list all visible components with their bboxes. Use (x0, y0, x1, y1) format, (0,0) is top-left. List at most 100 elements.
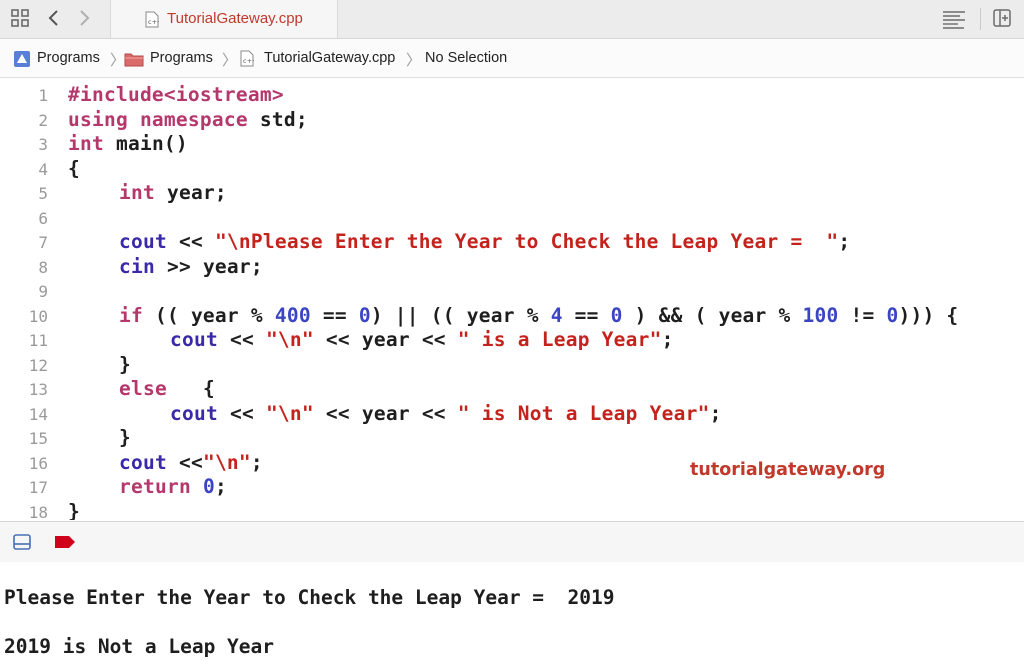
line-number: 5 (38, 184, 48, 203)
code-token: ) && ( year % (622, 303, 803, 327)
code-token: return (119, 475, 191, 498)
code-token: 0 (202, 475, 215, 498)
code-line: cout <<"\n"; (119, 451, 263, 474)
code-token: } (119, 352, 131, 376)
line-number: 1 (38, 86, 48, 105)
breadcrumb-separator: 〉 (222, 52, 238, 69)
code-token: cin (119, 254, 155, 278)
code-token: >> year; (154, 254, 263, 278)
breadcrumb-group[interactable]: Programs (150, 50, 213, 66)
code-line: } (119, 426, 131, 449)
code-line: if (( year % 400 == 0) || (( year % 4 ==… (119, 304, 958, 327)
code-line: } (68, 500, 80, 521)
tab-bar: c++ TutorialGateway.cpp (0, 0, 1024, 39)
cpp-file-icon: c++ (240, 50, 257, 67)
debug-bar (0, 521, 1024, 563)
code-token: } (119, 426, 131, 449)
code-token: ; (838, 230, 851, 253)
add-editor-icon[interactable] (992, 8, 1014, 30)
breadcrumb: Programs 〉 Programs 〉 c++ TutorialGatewa… (0, 39, 1024, 78)
code-token: "\n" (265, 401, 314, 425)
code-token: ))) { (898, 303, 959, 327)
code-token: == (310, 303, 359, 327)
code-token: << year << (313, 328, 458, 351)
code-line: cout << "\n" << year << " is Not a Leap … (170, 402, 722, 425)
breadcrumb-project[interactable]: Programs (37, 50, 100, 66)
code-editor[interactable]: 1 2 3 4 5 6 7 8 9 10 11 12 13 14 15 16 1… (0, 78, 1024, 520)
code-token: ) || (( year % (370, 303, 551, 327)
code-token: ; (214, 475, 227, 498)
code-token: << (166, 230, 215, 253)
code-line: int main() (68, 132, 188, 155)
line-number: 14 (28, 404, 48, 424)
code-token: 400 (274, 303, 311, 327)
code-token: cout (170, 401, 218, 425)
line-number: 18 (28, 502, 48, 521)
code-token: cout (119, 230, 167, 253)
code-token: { (68, 156, 80, 180)
tab-title: TutorialGateway.cpp (167, 10, 303, 27)
breadcrumb-selection[interactable]: No Selection (425, 50, 507, 66)
code-token: << (166, 450, 203, 474)
code-token: using namespace (68, 107, 248, 131)
code-line: else { (119, 377, 215, 400)
code-token: std; (247, 107, 308, 131)
code-token: "\nPlease Enter the Year to Check the Le… (214, 230, 839, 253)
panel-toggle-icon[interactable] (12, 532, 32, 557)
line-number: 16 (28, 453, 48, 473)
console-line: Please Enter the Year to Check the Leap … (4, 586, 615, 609)
code-token: << (217, 401, 266, 425)
lines-icon[interactable] (942, 9, 965, 31)
code-line: cout << "\n" << year << " is a Leap Year… (170, 328, 674, 351)
code-token: if (119, 303, 143, 327)
project-icon (13, 50, 31, 73)
breadcrumb-separator: 〉 (110, 52, 126, 69)
svg-text:c++: c++ (243, 57, 254, 65)
folder-icon (124, 51, 144, 72)
chevron-left-icon[interactable] (44, 8, 66, 30)
breakpoint-icon[interactable] (54, 535, 76, 554)
code-token: int (68, 132, 104, 155)
line-number: 2 (38, 110, 48, 130)
code-token: #include<iostream> (68, 83, 284, 106)
code-token: int (119, 181, 155, 204)
line-number: 6 (38, 208, 48, 228)
line-number: 12 (28, 355, 48, 375)
line-number: 4 (38, 159, 48, 179)
code-token: "\n" (202, 450, 251, 474)
code-token: " is Not a Leap Year" (457, 401, 710, 425)
watermark: tutorialgateway.org (690, 460, 886, 480)
code-token: << (217, 328, 266, 351)
line-number: 7 (38, 233, 48, 252)
code-line: return 0; (119, 475, 227, 498)
code-token: " is a Leap Year" (457, 328, 662, 351)
code-token: else (119, 377, 167, 400)
grid-icon[interactable] (10, 8, 32, 30)
console-line: 2019 is Not a Leap Year (4, 635, 275, 658)
tab-tutorialgateway-cpp[interactable]: c++ TutorialGateway.cpp (110, 0, 338, 38)
code-line: } (119, 353, 131, 376)
code-token: 100 (802, 303, 839, 327)
cpp-file-icon: c++ (145, 11, 162, 28)
code-token: } (68, 499, 80, 521)
console-output[interactable]: Please Enter the Year to Check the Leap … (0, 562, 1024, 660)
code-token: ; (709, 401, 722, 425)
code-token: cout (119, 450, 167, 474)
breadcrumb-file[interactable]: TutorialGateway.cpp (264, 50, 395, 66)
code-line: #include<iostream> (68, 83, 284, 106)
line-number: 13 (28, 380, 48, 399)
code-token: cout (170, 328, 218, 351)
code-token: "\n" (265, 328, 314, 351)
line-number: 15 (28, 429, 48, 448)
code-token: == (562, 303, 611, 327)
code-token: 0 (358, 303, 371, 327)
line-number: 17 (28, 478, 48, 497)
code-token: 0 (886, 303, 899, 327)
code-token: { (166, 377, 215, 400)
code-token: (( year % (142, 303, 275, 327)
code-line: { (68, 157, 80, 180)
code-token: ; (661, 328, 674, 351)
line-number: 10 (28, 306, 48, 326)
chevron-right-icon[interactable] (74, 8, 96, 30)
